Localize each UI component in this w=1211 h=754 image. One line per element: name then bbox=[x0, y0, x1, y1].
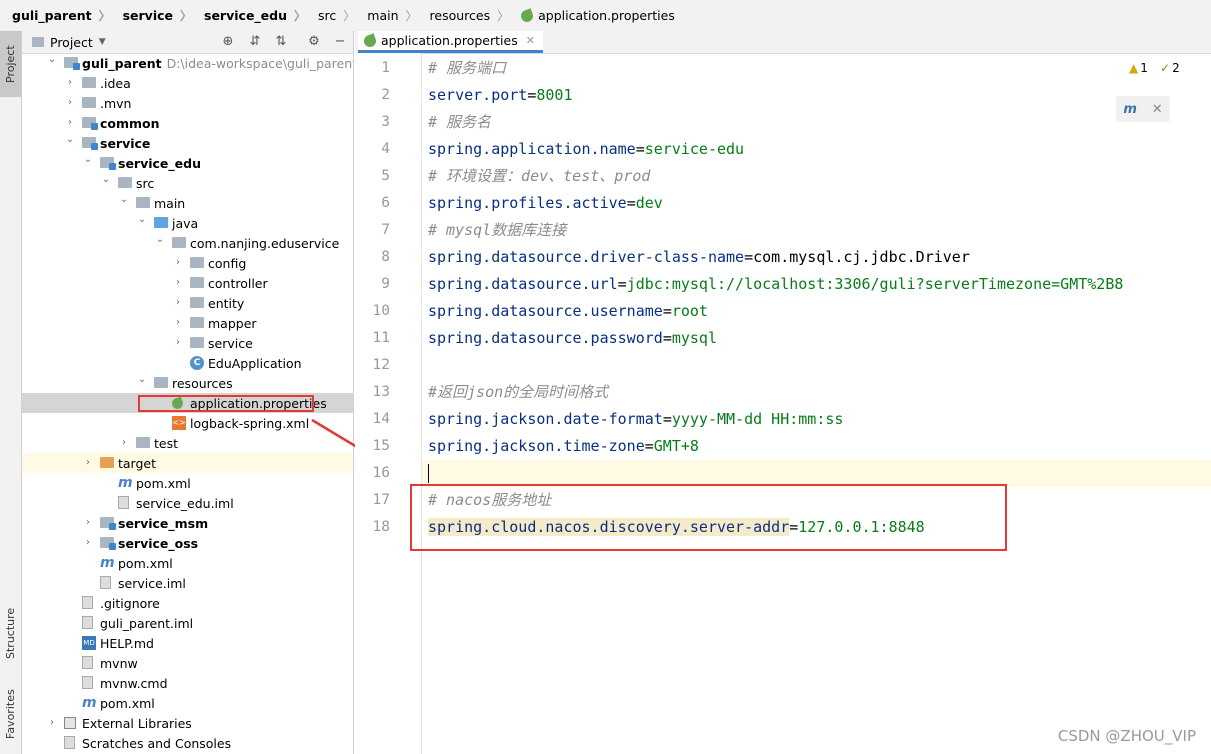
line-number: 17 bbox=[372, 492, 390, 508]
spring-properties-icon bbox=[362, 32, 378, 49]
code-token: service-edu bbox=[644, 140, 745, 158]
code-line[interactable]: spring.datasource.url=jdbc:mysql://local… bbox=[422, 271, 1211, 298]
code-area[interactable]: # 服务端口 server.port=8001 # 服务名 spring.applic… bbox=[422, 53, 1211, 754]
code-token: spring.datasource.driver-class-name bbox=[428, 248, 745, 266]
code-token: = bbox=[662, 302, 672, 320]
code-token: = bbox=[662, 410, 672, 428]
line-number-gutter: 1 2 3 4 5 6 7 8 9 10 11 12 13 14 15 16 17 18 bbox=[355, 53, 422, 754]
text-caret bbox=[428, 464, 429, 483]
code-token: # 服务名 bbox=[428, 113, 492, 131]
code-line[interactable]: server.port=8001 bbox=[422, 82, 1211, 109]
line-number: 16 bbox=[372, 465, 390, 481]
code-token: yyyy-MM-dd HH:mm:ss bbox=[671, 410, 844, 428]
code-token: = bbox=[644, 437, 654, 455]
check-icon: ✓ bbox=[1160, 61, 1171, 75]
code-line[interactable] bbox=[422, 460, 1211, 487]
warning-icon: ▲ bbox=[1129, 61, 1139, 75]
code-token: spring.jackson.time-zone bbox=[428, 437, 645, 455]
code-token: GMT+8 bbox=[653, 437, 699, 455]
maven-reload-popup: m ✕ bbox=[1116, 96, 1170, 122]
code-line[interactable] bbox=[422, 352, 1211, 379]
code-token: server.port bbox=[428, 86, 528, 104]
code-token: spring.datasource.url bbox=[428, 275, 618, 293]
code-token: spring.jackson.date-format bbox=[428, 410, 663, 428]
line-number: 4 bbox=[381, 141, 390, 157]
code-token: = bbox=[626, 194, 636, 212]
line-number: 1 bbox=[381, 60, 390, 76]
code-line[interactable]: spring.datasource.driver-class-name=com.… bbox=[422, 244, 1211, 271]
code-token: = bbox=[744, 248, 754, 266]
code-line[interactable]: # 服务端口 bbox=[422, 55, 1211, 82]
line-number: 8 bbox=[381, 249, 390, 265]
code-token: root bbox=[671, 302, 708, 320]
line-number: 18 bbox=[372, 519, 390, 535]
line-number: 13 bbox=[372, 384, 390, 400]
tab-application-properties[interactable]: application.properties ✕ bbox=[358, 31, 543, 53]
line-number: 12 bbox=[372, 357, 390, 373]
code-line[interactable]: spring.jackson.date-format=yyyy-MM-dd HH… bbox=[422, 406, 1211, 433]
code-token: spring.datasource.password bbox=[428, 329, 663, 347]
line-number: 14 bbox=[372, 411, 390, 427]
code-token: spring.application.name bbox=[428, 140, 636, 158]
code-line[interactable]: spring.datasource.username=root bbox=[422, 298, 1211, 325]
line-number: 7 bbox=[381, 222, 390, 238]
editor-tab-bar: application.properties ✕ bbox=[355, 31, 1211, 54]
watermark: CSDN @ZHOU_VIP bbox=[1057, 727, 1196, 745]
line-number: 10 bbox=[372, 303, 390, 319]
close-icon[interactable]: ✕ bbox=[1152, 102, 1163, 117]
code-token: com.mysql.cj.jdbc.Driver bbox=[753, 248, 970, 266]
line-number: 11 bbox=[372, 330, 390, 346]
line-number: 5 bbox=[381, 168, 390, 184]
code-token: spring.datasource.username bbox=[428, 302, 663, 320]
code-token: # 服务端口 bbox=[428, 59, 507, 77]
inspection-weak-warnings[interactable]: ✓ 2 bbox=[1160, 61, 1180, 75]
nacos-annotation-box bbox=[410, 484, 1007, 551]
line-number: 2 bbox=[381, 87, 390, 103]
inspection-warnings[interactable]: ▲ 1 bbox=[1129, 61, 1148, 75]
line-number: 9 bbox=[381, 276, 390, 292]
code-token: # 环境设置：dev、test、prod bbox=[428, 167, 651, 185]
line-number: 3 bbox=[381, 114, 390, 130]
code-token: 8001 bbox=[536, 86, 573, 104]
code-line[interactable]: spring.application.name=service-edu bbox=[422, 136, 1211, 163]
code-line[interactable]: #返回json的全局时间格式 bbox=[422, 379, 1211, 406]
code-token: mysql bbox=[671, 329, 717, 347]
editor-area: application.properties ✕ 1 2 3 4 5 6 7 8 9 10 11 12… bbox=[355, 31, 1211, 754]
code-token: spring.profiles.active bbox=[428, 194, 627, 212]
code-token: #返回json的全局时间格式 bbox=[428, 383, 609, 401]
code-line[interactable]: spring.profiles.active=dev bbox=[422, 190, 1211, 217]
code-line[interactable]: # 环境设置：dev、test、prod bbox=[422, 163, 1211, 190]
maven-reload-icon[interactable]: m bbox=[1123, 102, 1137, 117]
code-line[interactable]: # 服务名 bbox=[422, 109, 1211, 136]
code-token: dev bbox=[635, 194, 663, 212]
code-token: = bbox=[662, 329, 672, 347]
code-token: # mysql数据库连接 bbox=[428, 221, 567, 239]
close-icon[interactable]: ✕ bbox=[526, 34, 535, 47]
code-token: = bbox=[617, 275, 627, 293]
code-line[interactable]: spring.jackson.time-zone=GMT+8 bbox=[422, 433, 1211, 460]
code-token: = bbox=[635, 140, 645, 158]
code-token: jdbc:mysql://localhost:3306/guli?serverT… bbox=[626, 275, 1124, 293]
code-line[interactable]: spring.datasource.password=mysql bbox=[422, 325, 1211, 352]
line-number: 15 bbox=[372, 438, 390, 454]
code-line[interactable]: # mysql数据库连接 bbox=[422, 217, 1211, 244]
line-number: 6 bbox=[381, 195, 390, 211]
